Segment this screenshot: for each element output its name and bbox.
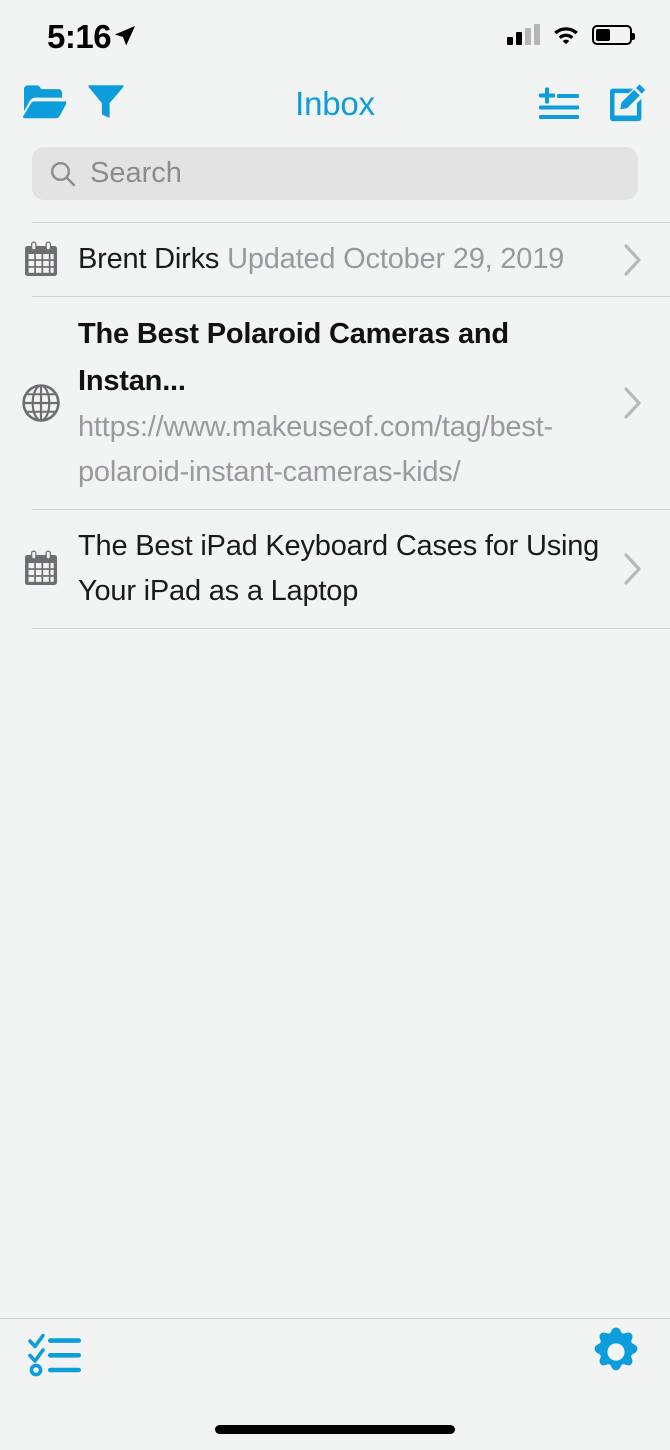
event-title-line-1: The Best iPad Keyboard Cases for Using <box>78 530 600 562</box>
compose-icon[interactable] <box>606 82 648 124</box>
event-title-line-2: Your iPad as a Laptop <box>78 575 359 607</box>
cellular-signal-icon <box>507 24 540 45</box>
list-item[interactable]: The Best iPad Keyboard Cases for Using Y… <box>0 510 670 628</box>
navigation-bar: Inbox <box>0 76 670 138</box>
search-bar[interactable] <box>32 147 638 200</box>
chevron-right-icon[interactable] <box>622 385 644 421</box>
message-list: Brent Dirks Updated October 29, 2019 The… <box>0 222 670 629</box>
globe-icon <box>18 382 64 424</box>
home-indicator <box>215 1425 455 1434</box>
app-screen: 5:16 Inbox Search Brent Dirks Updated Oc… <box>0 0 670 1450</box>
location-arrow-icon <box>115 26 135 46</box>
search-input[interactable] <box>90 157 590 190</box>
chevron-right-icon[interactable] <box>622 551 644 587</box>
search-field[interactable] <box>32 147 638 200</box>
updated-date: Updated October 29, 2019 <box>227 243 565 275</box>
list-item[interactable]: The Best Polaroid Cameras and Instan... … <box>0 297 670 509</box>
search-icon <box>50 161 76 186</box>
lists-button[interactable] <box>28 1330 84 1383</box>
bottom-bar-divider <box>0 1318 670 1319</box>
list-item-content: Brent Dirks Updated October 29, 2019 <box>78 237 670 282</box>
calendar-icon <box>18 239 64 281</box>
bottom-toolbar <box>0 1320 670 1388</box>
status-indicators <box>507 24 635 45</box>
battery-icon <box>592 24 635 45</box>
article-title: The Best Polaroid Cameras and Instan... <box>78 318 509 397</box>
status-time: 5:16 <box>47 18 112 55</box>
list-separator-bottom <box>32 628 670 629</box>
checklist-icon[interactable] <box>28 1330 84 1378</box>
nav-right-actions <box>538 82 648 124</box>
list-item[interactable]: Brent Dirks Updated October 29, 2019 <box>0 223 670 296</box>
chevron-right-icon[interactable] <box>622 242 644 278</box>
calendar-icon <box>18 548 64 590</box>
gear-icon[interactable] <box>590 1326 642 1378</box>
list-item-content: The Best iPad Keyboard Cases for Using Y… <box>78 524 670 614</box>
status-bar: 5:16 <box>0 0 670 70</box>
sender-name: Brent Dirks <box>78 243 228 275</box>
article-url: https://www.makeuseof.com/tag/best-polar… <box>78 411 553 488</box>
list-item-content: The Best Polaroid Cameras and Instan... … <box>78 311 670 495</box>
settings-button[interactable] <box>590 1326 642 1383</box>
list-item-line: Brent Dirks Updated October 29, 2019 <box>78 237 612 282</box>
add-to-list-icon[interactable] <box>538 83 580 123</box>
wifi-icon <box>554 27 578 45</box>
